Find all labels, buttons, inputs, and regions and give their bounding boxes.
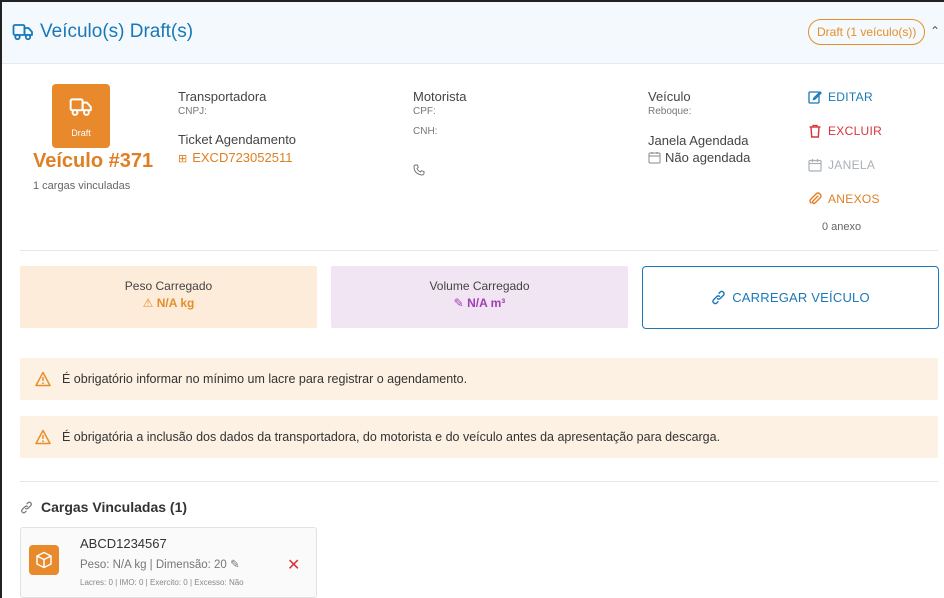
warning-icon: ⚠︎: [142, 296, 154, 310]
ticket-icon: ⊞: [178, 153, 188, 165]
edit-icon: [808, 91, 822, 104]
delete-label: EXCLUIR: [828, 124, 883, 138]
schedule-window-button[interactable]: JANELA: [808, 158, 875, 172]
calendar-icon: [648, 151, 661, 167]
section-title: Veículo(s) Draft(s): [40, 21, 194, 42]
vehicle-cargo-count: 1 cargas vinculadas: [33, 180, 131, 192]
volume-carregado-card: Volume Carregado ✎︎ N/A m³: [331, 266, 628, 328]
box-icon: [36, 551, 52, 569]
truck-icon: [12, 24, 33, 41]
peso-value: ⚠︎ N/A kg: [20, 296, 317, 310]
peso-text: N/A kg: [156, 296, 195, 310]
transportadora-label: Transportadora: [178, 89, 267, 104]
edit-label: EDITAR: [828, 90, 873, 104]
vehicle-avatar: Draft: [52, 84, 110, 148]
link-icon: [712, 290, 726, 305]
divider: [20, 250, 938, 251]
truck-icon: [69, 98, 92, 116]
motorista-label: Motorista: [413, 89, 467, 104]
warning-alert: É obrigatória a inclusão dos dados da tr…: [20, 416, 938, 458]
cargo-box-avatar: [29, 545, 59, 575]
janela-value: Não agendada: [648, 150, 750, 167]
paperclip-icon: [809, 192, 822, 205]
attachments-button[interactable]: ANEXOS: [808, 192, 880, 206]
cargas-title-text: Cargas Vinculadas (1): [41, 499, 188, 515]
edit-button[interactable]: EDITAR: [808, 90, 873, 104]
trash-icon: [809, 124, 821, 138]
draft-count-badge: Draft (1 veículo(s)): [808, 19, 926, 45]
attachment-count: 0 anexo: [822, 221, 862, 233]
reboque-label: Reboque:: [648, 106, 692, 117]
load-vehicle-label: CARREGAR VEÍCULO: [732, 290, 870, 305]
volume-text: N/A m³: [467, 296, 506, 310]
phone-icon: [413, 164, 425, 179]
peso-label: Peso Carregado: [124, 279, 213, 293]
delete-button[interactable]: EXCLUIR: [808, 124, 882, 138]
peso-carregado-card: Peso Carregado ⚠︎ N/A kg: [20, 266, 317, 328]
ticket-label: Ticket Agendamento: [178, 132, 297, 147]
veiculo-label: Veículo: [648, 89, 691, 104]
ruler-icon: ✎︎: [230, 559, 240, 571]
ruler-icon: ✎︎: [453, 296, 464, 310]
carga-meta: Lacres: 0 | IMO: 0 | Exercito: 0 | Exces…: [80, 578, 244, 587]
calendar-icon: [808, 159, 822, 172]
schedule-window-label: JANELA: [828, 158, 876, 172]
janela-text: Não agendada: [665, 150, 751, 165]
warning-text: É obrigatória a inclusão dos dados da tr…: [62, 430, 721, 444]
load-vehicle-button[interactable]: CARREGAR VEÍCULO: [642, 266, 939, 329]
cpf-label: CPF:: [413, 106, 436, 117]
carga-code: ABCD1234567: [80, 536, 167, 551]
carga-card[interactable]: ABCD1234567 Peso: N/A kg | Dimensão: 20 …: [20, 527, 317, 598]
link-icon: [21, 501, 32, 513]
chevron-up-icon[interactable]: ⌃: [930, 24, 940, 38]
cnpj-label: CNPJ:: [178, 106, 207, 117]
volume-label: Volume Carregado: [429, 279, 530, 293]
cargas-vinculadas-heading: Cargas Vinculadas (1): [20, 499, 187, 515]
warning-icon: [35, 371, 51, 387]
volume-value: ✎︎ N/A m³: [331, 296, 628, 310]
section-header[interactable]: Veículo(s) Draft(s) Draft (1 veículo(s))…: [2, 2, 944, 64]
ticket-value[interactable]: ⊞ EXCD723052511: [178, 150, 292, 165]
attachments-label: ANEXOS: [828, 192, 880, 206]
warning-text: É obrigatório informar no mínimo um lacr…: [62, 372, 468, 386]
carga-info-text: Peso: N/A kg | Dimensão: 20: [80, 559, 227, 571]
carga-info: Peso: N/A kg | Dimensão: 20 ✎︎: [80, 557, 240, 571]
warning-alert: É obrigatório informar no mínimo um lacr…: [20, 358, 938, 400]
warning-icon: [35, 429, 51, 445]
vehicle-number: Veículo #371: [33, 150, 154, 172]
divider: [20, 481, 938, 482]
remove-carga-icon[interactable]: ✕: [287, 555, 300, 575]
ticket-code: EXCD723052511: [192, 150, 293, 165]
vehicle-status-label: Draft: [71, 128, 91, 138]
janela-label: Janela Agendada: [648, 133, 749, 148]
cnh-label: CNH:: [413, 126, 438, 137]
